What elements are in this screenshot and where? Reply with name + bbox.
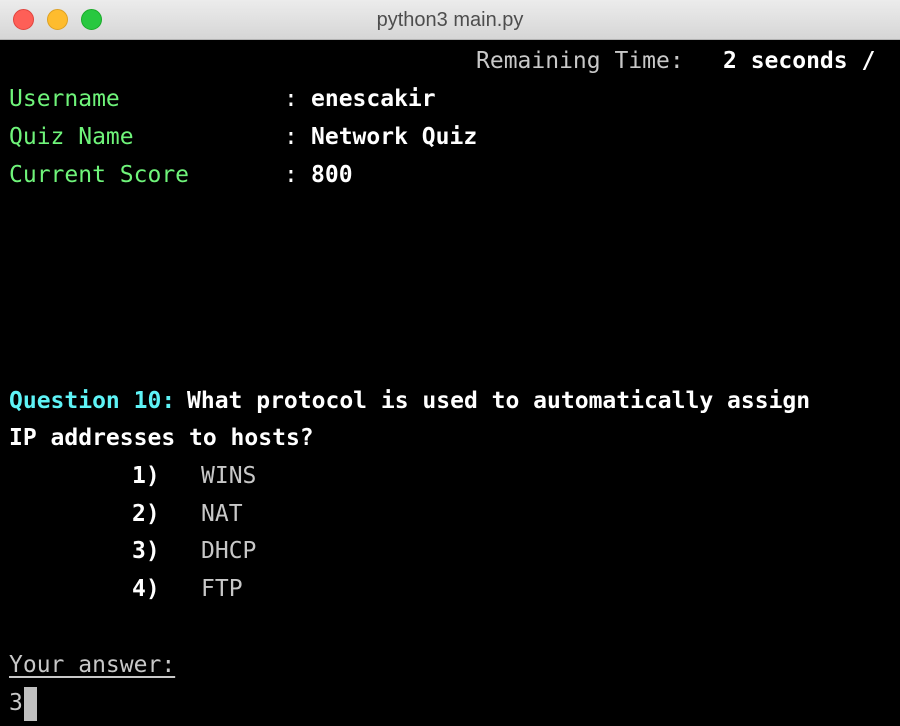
question-text-line2: IP addresses to hosts? (9, 425, 314, 451)
text-cursor (24, 687, 37, 721)
window-title: python3 main.py (376, 9, 524, 31)
remaining-time-value: 2 seconds / (723, 48, 876, 74)
option-text: DHCP (201, 538, 257, 564)
question-text-line1: What protocol is used to automatically a… (187, 388, 811, 414)
answer-prompt: Your answer: (9, 652, 176, 678)
username-value: enescakir (311, 86, 436, 112)
quiz-name-separator: : (284, 124, 298, 150)
remaining-time-label: Remaining Time: (476, 48, 684, 74)
option-text: NAT (201, 501, 243, 527)
option-number: 4) (132, 576, 160, 602)
option-text: FTP (201, 576, 243, 602)
username-separator: : (284, 86, 298, 112)
option-text: WINS (201, 463, 257, 489)
question-number: Question 10: (9, 388, 176, 414)
username-label: Username (9, 86, 120, 112)
current-score-value: 800 (311, 162, 353, 188)
quiz-name-value: Network Quiz (311, 124, 478, 150)
terminal-window: python3 main.py Remaining Time: 2 second… (0, 0, 900, 726)
current-score-label: Current Score (9, 162, 190, 188)
answer-input[interactable]: 3 (9, 689, 23, 717)
option-number: 3) (132, 538, 160, 564)
option-number: 1) (132, 463, 160, 489)
current-score-separator: : (284, 162, 298, 188)
terminal-content[interactable]: Remaining Time: 2 seconds / Username : e… (0, 40, 900, 726)
title-bar[interactable]: python3 main.py (0, 0, 900, 40)
option-number: 2) (132, 501, 160, 527)
quiz-name-label: Quiz Name (9, 124, 134, 150)
